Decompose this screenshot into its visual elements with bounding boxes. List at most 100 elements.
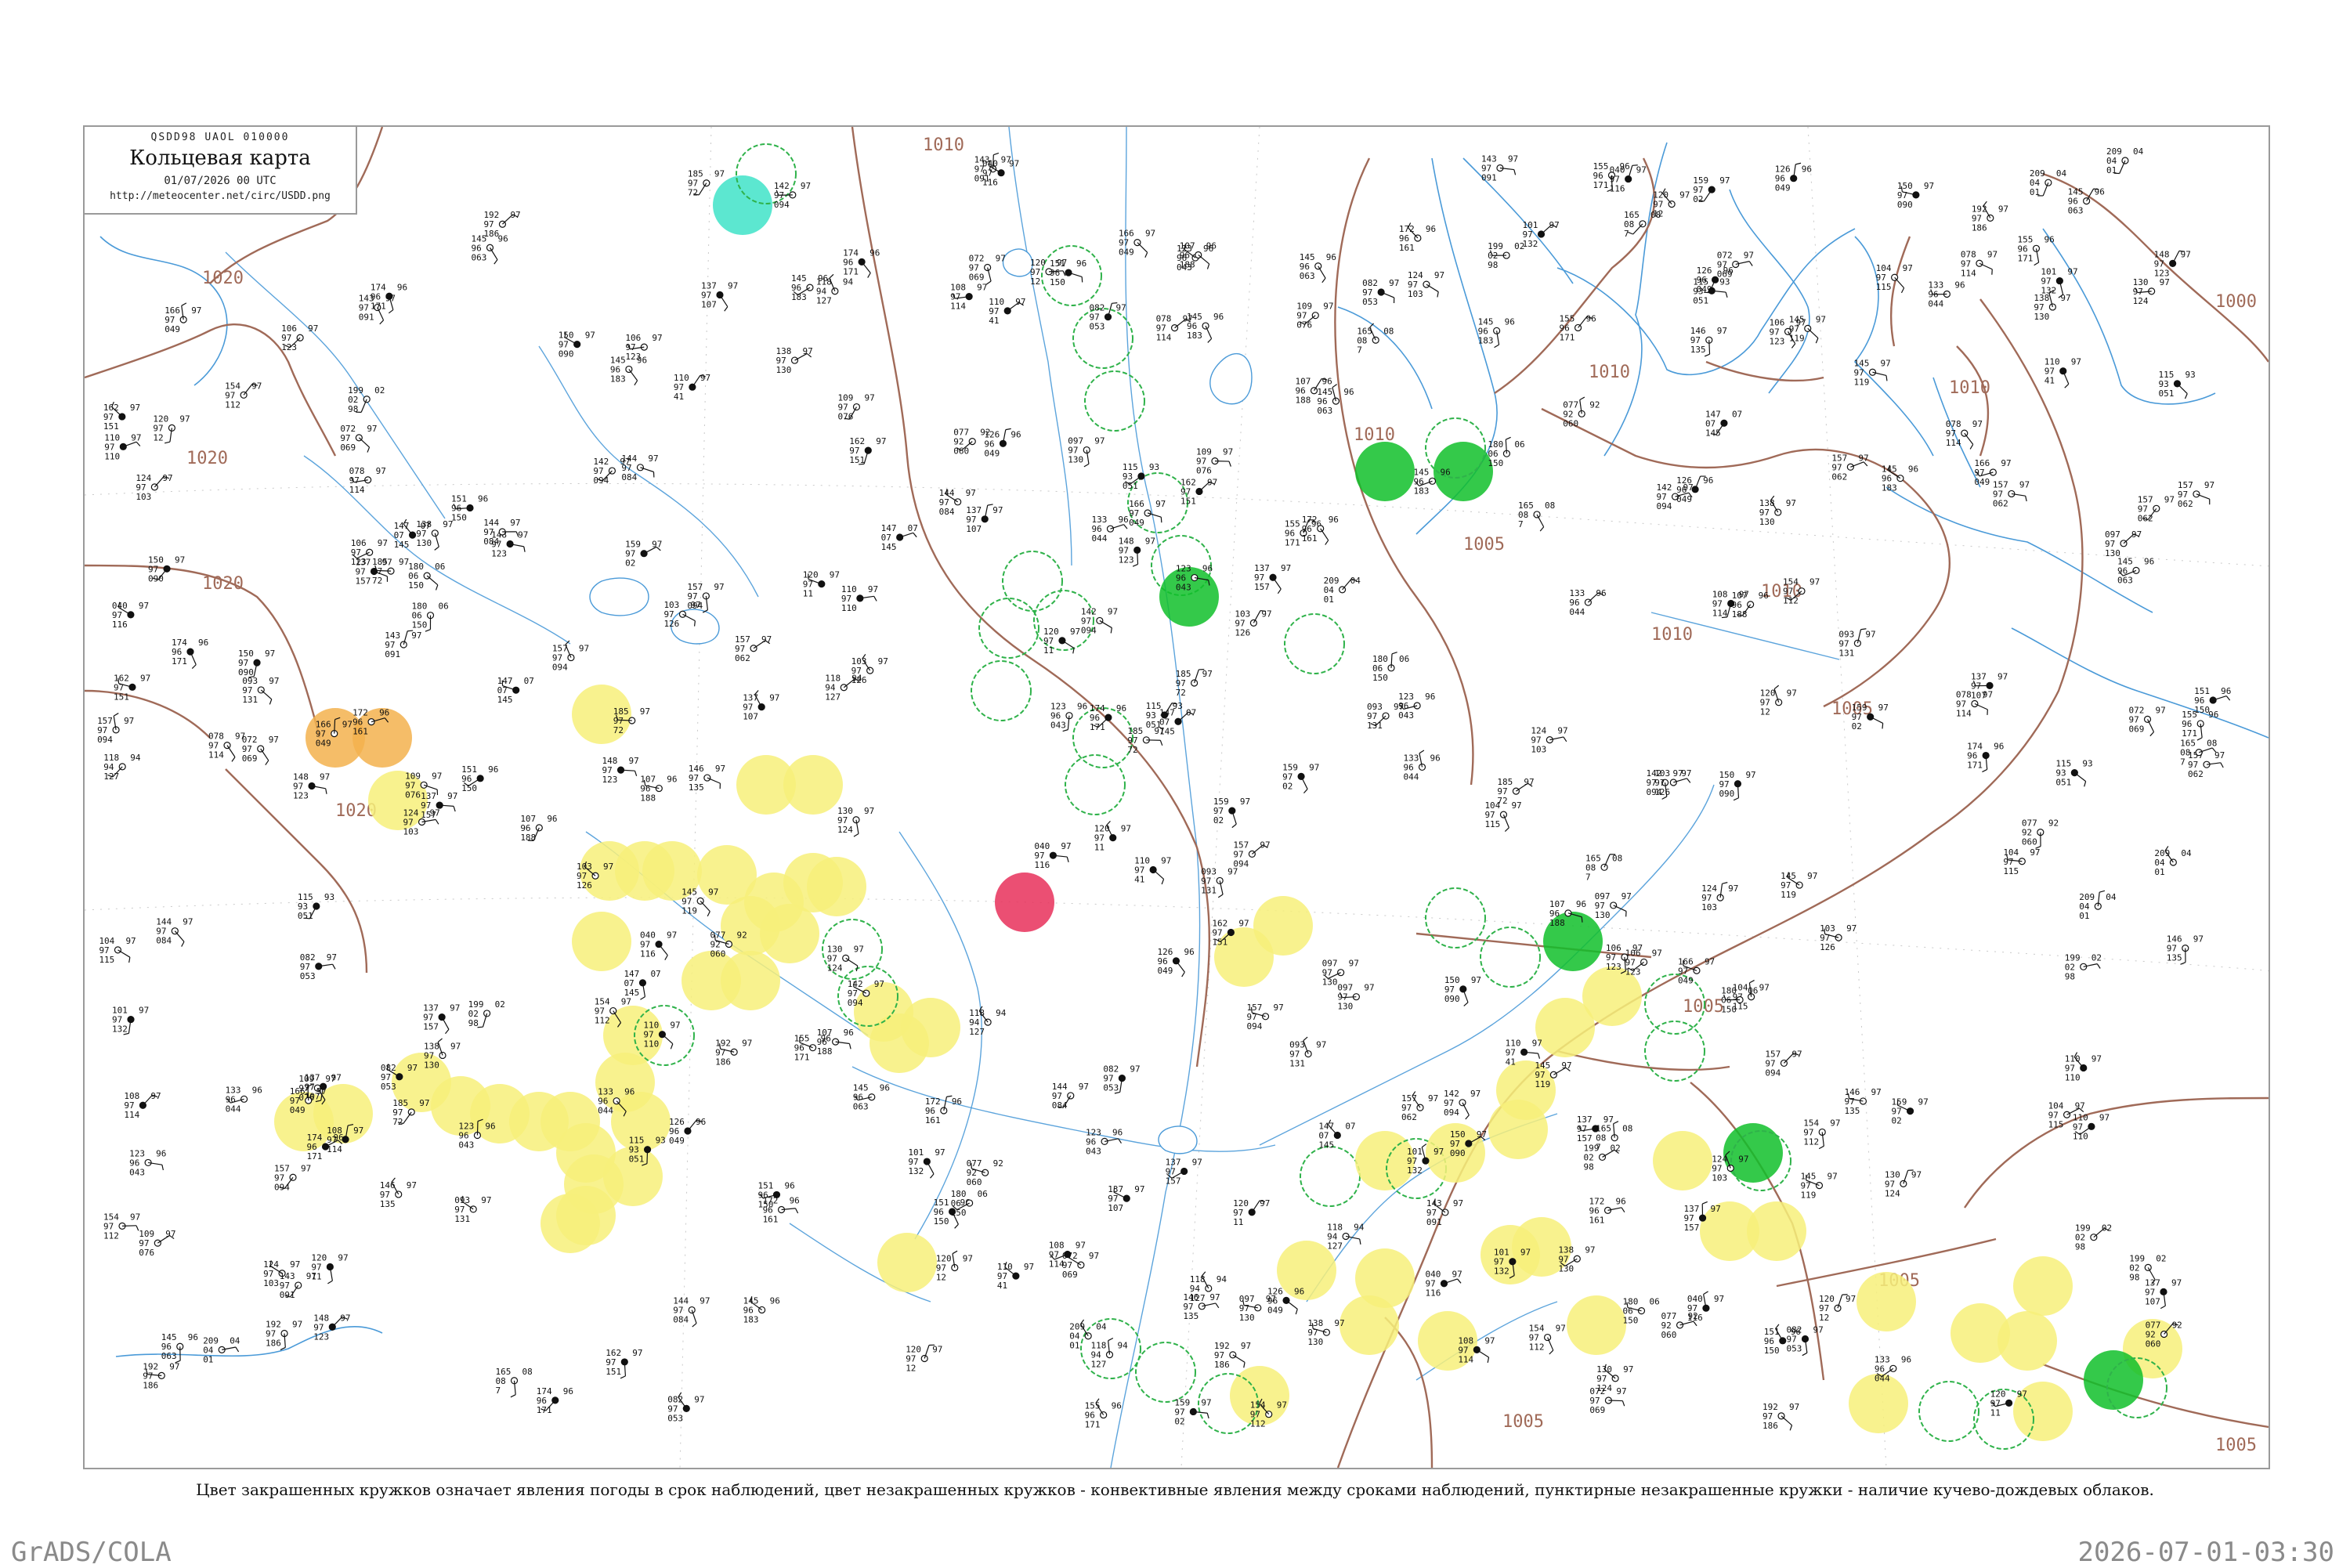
station-plot[interactable]: 1559617196 bbox=[2017, 234, 2054, 265]
station-plot[interactable]: 1629715197 bbox=[1180, 477, 1217, 506]
station-plot[interactable]: 120971297 bbox=[153, 414, 190, 443]
station-plot[interactable]: 0979713097 bbox=[2105, 529, 2142, 558]
station-plot[interactable]: 120971197 bbox=[1094, 821, 1131, 852]
station-plot[interactable]: 1339604496 bbox=[226, 1085, 262, 1114]
station-plot[interactable]: 1800615006 bbox=[951, 1189, 988, 1218]
station-plot[interactable]: 1800615006 bbox=[1622, 1297, 1659, 1326]
station-plot[interactable]: 159970297 bbox=[1213, 797, 1250, 828]
station-plot[interactable]: 1379710797 bbox=[2145, 1277, 2182, 1308]
station-plot[interactable]: 1449708497 bbox=[156, 917, 193, 947]
station-plot[interactable]: 0939713197 bbox=[1838, 629, 1875, 659]
station-plot[interactable]: 1099707697 bbox=[1196, 447, 1233, 476]
station-plot[interactable]: 1379715797 bbox=[1166, 1157, 1202, 1186]
station-plot[interactable]: 1489712397 bbox=[293, 772, 330, 801]
station-plot[interactable]: 1459606396 bbox=[853, 1083, 890, 1112]
station-plot[interactable]: 0979713097 bbox=[1595, 891, 1632, 920]
station-plot[interactable]: 0979713097 bbox=[1337, 983, 1374, 1012]
station-plot[interactable]: 1929718697 bbox=[1972, 201, 2008, 233]
station-plot[interactable]: 1559617196 bbox=[1560, 313, 1596, 342]
station-plot[interactable]: 110974197 bbox=[2044, 357, 2081, 388]
station-plot[interactable]: 1509709097 bbox=[559, 331, 595, 359]
station-plot[interactable]: 1249710397 bbox=[1408, 270, 1444, 299]
station-plot[interactable]: 1549711297 bbox=[1803, 1118, 1840, 1148]
station-plot[interactable]: 1579706297 bbox=[2138, 494, 2175, 523]
station-plot[interactable]: 1669704997 bbox=[164, 303, 201, 334]
station-plot[interactable]: 16508708 bbox=[496, 1367, 533, 1397]
station-plot[interactable]: 1549711297 bbox=[103, 1212, 140, 1241]
station-plot[interactable]: 1629715197 bbox=[849, 436, 886, 465]
station-plot[interactable]: 1159305193 bbox=[1693, 276, 1730, 305]
station-plot[interactable]: 1579706297 bbox=[1401, 1092, 1438, 1123]
station-plot[interactable]: 1109711097 bbox=[104, 432, 141, 461]
station-plot[interactable]: 1429709497 bbox=[1444, 1089, 1480, 1119]
station-plot[interactable]: 1579709497 bbox=[274, 1163, 311, 1192]
station-plot[interactable]: 1579709497 bbox=[1765, 1049, 1802, 1078]
station-plot[interactable]: 1669704997 bbox=[1129, 499, 1166, 528]
station-plot[interactable]: 1389713097 bbox=[776, 346, 813, 375]
station-plot[interactable]: 1729616196 bbox=[763, 1196, 800, 1225]
station-plot[interactable]: 209040104 bbox=[1324, 576, 1361, 605]
station-plot[interactable]: 1519615096 bbox=[461, 764, 498, 793]
station-plot[interactable]: 159970297 bbox=[625, 540, 662, 569]
station-plot[interactable]: 0729706997 bbox=[340, 424, 377, 453]
station-plot[interactable]: 0409711697 bbox=[640, 930, 677, 960]
station-plot[interactable]: 120971197 bbox=[1043, 627, 1080, 656]
station-plot[interactable]: 1039712697 bbox=[1235, 609, 1271, 638]
station-plot[interactable]: 1629715197 bbox=[606, 1348, 642, 1378]
station-plot[interactable]: 1449708497 bbox=[483, 518, 520, 547]
station-plot[interactable]: 1159305193 bbox=[298, 892, 334, 921]
station-plot[interactable]: 1579706297 bbox=[735, 634, 772, 663]
station-plot[interactable]: 1449708497 bbox=[673, 1296, 710, 1328]
station-plot[interactable]: 1579709497 bbox=[1247, 1003, 1284, 1031]
station-plot[interactable]: 1249710397 bbox=[136, 473, 172, 502]
station-plot[interactable]: 1629715197 bbox=[114, 673, 150, 702]
station-plot[interactable]: 1159305193 bbox=[1123, 462, 1159, 491]
station-plot[interactable]: 1379710797 bbox=[701, 281, 738, 312]
station-plot[interactable]: 199029802 bbox=[1584, 1143, 1621, 1172]
station-plot[interactable]: 159970297 bbox=[1282, 762, 1319, 793]
station-plot[interactable]: 16508708 bbox=[1357, 323, 1394, 355]
station-plot[interactable]: 0829705397 bbox=[1362, 278, 1399, 307]
station-plot[interactable]: 0829705397 bbox=[300, 952, 337, 981]
station-plot[interactable]: 110974197 bbox=[674, 373, 710, 402]
station-plot[interactable]: 1459711997 bbox=[1800, 1172, 1837, 1201]
station-plot[interactable]: 1929718697 bbox=[143, 1361, 179, 1390]
station-plot[interactable]: 1470714507 bbox=[497, 676, 534, 705]
station-plot[interactable]: 1339604496 bbox=[1404, 750, 1441, 782]
station-plot[interactable]: 1109711097 bbox=[643, 1021, 680, 1050]
station-plot[interactable]: 1459618396 bbox=[1478, 316, 1515, 347]
station-plot[interactable]: 1509709097 bbox=[1444, 975, 1481, 1006]
station-plot[interactable]: 1069712397 bbox=[1625, 948, 1662, 977]
station-plot[interactable]: 1800615006 bbox=[408, 562, 445, 591]
station-plot[interactable]: 1469713597 bbox=[1844, 1087, 1881, 1116]
station-plot[interactable]: 0979713097 bbox=[1068, 436, 1104, 467]
station-plot[interactable]: 120971297 bbox=[1653, 189, 1690, 219]
station-plot[interactable]: 1579709497 bbox=[1233, 840, 1270, 869]
station-plot[interactable]: 1099707697 bbox=[139, 1229, 175, 1258]
station-plot[interactable]: 1189412794 bbox=[816, 274, 854, 305]
station-plot[interactable]: 159970297 bbox=[1693, 175, 1730, 204]
station-plot[interactable]: 1049711597 bbox=[2003, 847, 2040, 876]
station-plot[interactable]: 1579709497 bbox=[97, 714, 134, 745]
station-plot[interactable]: 1469713597 bbox=[1690, 326, 1727, 356]
station-plot[interactable]: 1579706297 bbox=[1831, 453, 1868, 482]
station-plot[interactable]: 16508708 bbox=[2180, 739, 2217, 768]
station-plot[interactable]: 1929718697 bbox=[1762, 1402, 1799, 1431]
station-plot[interactable]: 1389713097 bbox=[1558, 1245, 1595, 1274]
station-plot[interactable]: 1470714507 bbox=[624, 969, 660, 999]
station-plot[interactable]: 1459618396 bbox=[1187, 312, 1224, 342]
station-plot[interactable]: 209040104 bbox=[2106, 146, 2144, 175]
station-plot[interactable]: 1389713097 bbox=[1759, 496, 1796, 527]
station-plot[interactable]: 120971297 bbox=[906, 1344, 942, 1373]
station-plot[interactable]: 1089711497 bbox=[950, 283, 987, 312]
station-plot[interactable]: 1459711997 bbox=[1789, 314, 1826, 343]
station-plot[interactable]: 1309712497 bbox=[2133, 277, 2170, 306]
station-plot[interactable]: 1099707697 bbox=[837, 393, 874, 422]
station-plot[interactable]: 110974197 bbox=[1134, 855, 1171, 884]
station-plot[interactable]: 1629715197 bbox=[103, 402, 140, 432]
station-plot[interactable]: 110974197 bbox=[997, 1262, 1034, 1291]
station-plot[interactable]: 120971297 bbox=[936, 1251, 973, 1282]
station-plot[interactable]: 1579706297 bbox=[2178, 480, 2214, 509]
station-plot[interactable]: 1470714507 bbox=[1318, 1120, 1355, 1151]
station-plot[interactable]: 1079618896 bbox=[640, 775, 677, 804]
